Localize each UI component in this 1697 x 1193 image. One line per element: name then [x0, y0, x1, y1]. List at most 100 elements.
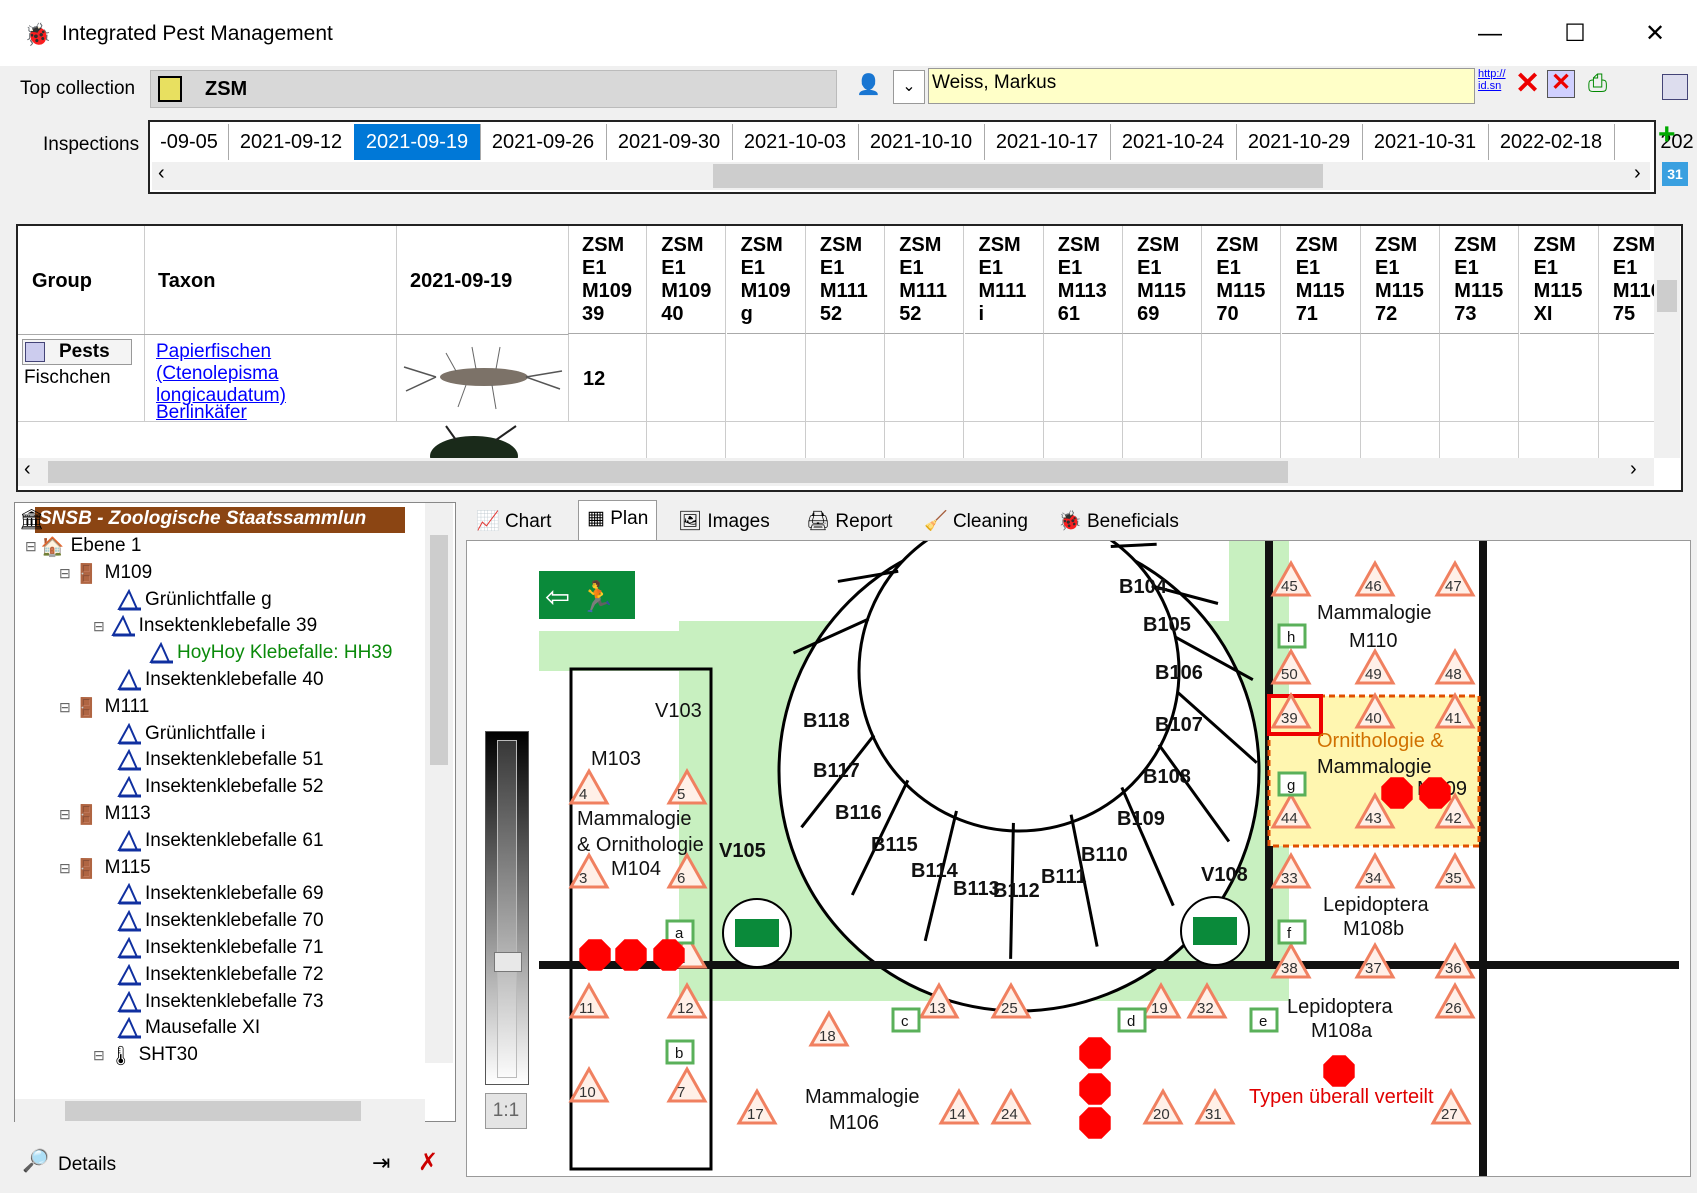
user-dropdown-button[interactable]: ⌄ [893, 70, 925, 104]
trap-column-header[interactable]: ZSM E1 M113 61 [1043, 226, 1123, 334]
column-divider [646, 334, 647, 458]
zoom-reset-button[interactable]: 1:1 [485, 1093, 527, 1129]
collapse-icon[interactable]: ⊟ [93, 1047, 109, 1063]
grid-vscroll-thumb[interactable] [1657, 280, 1677, 312]
top-collection-box[interactable] [150, 70, 837, 108]
count-cell[interactable]: 12 [583, 368, 605, 391]
inspection-date-tab[interactable]: 2021-09-26 [480, 124, 607, 160]
tree-node[interactable]: Insektenklebefalle 71 [93, 936, 324, 959]
trap-column-header[interactable]: ZSM E1 M109 39 [568, 226, 647, 334]
tree-node[interactable]: ⊟ 🚪 M113 [59, 803, 151, 826]
taxon-link[interactable]: (Ctenolepisma [156, 363, 279, 385]
trap-column-header[interactable]: ZSM E1 M111 52 [885, 226, 965, 334]
tree-node[interactable]: ⊟ Insektenklebefalle 39 [93, 615, 317, 637]
group-pests-badge[interactable]: Pests [22, 339, 132, 365]
tab-images[interactable]: 🖼 Images [678, 504, 770, 540]
zoom-slider[interactable] [485, 731, 529, 1085]
tree-node[interactable]: Insektenklebefalle 72 [93, 963, 324, 986]
inspection-date-tab[interactable]: 2022-02-18 [1488, 124, 1615, 160]
tree-vertical-scrollbar[interactable] [425, 503, 453, 1063]
tree-node[interactable]: Insektenklebefalle 73 [93, 990, 324, 1013]
tab-report[interactable]: 🖨 Report [806, 504, 892, 540]
tree-node[interactable]: Grünlichtfalle i [93, 722, 265, 745]
collapse-icon[interactable]: ⊟ [59, 565, 75, 581]
collapse-icon[interactable]: ⊟ [59, 860, 75, 876]
trap-column-header[interactable]: ZSM E1 M115 72 [1361, 226, 1440, 334]
floor-plan-map[interactable]: B104 B105 B106 B107 B108 B109 B110B111B112B113… [539, 541, 1687, 1176]
add-inspection-icon[interactable]: + [1658, 118, 1676, 152]
tree-vscroll-thumb[interactable] [430, 535, 448, 765]
tree-hscroll-thumb[interactable] [65, 1101, 361, 1121]
collapse-icon[interactable]: ⊟ [25, 538, 41, 554]
inspections-scroll-thumb[interactable] [713, 164, 1323, 188]
date-header[interactable]: 2021-09-19 [396, 226, 569, 335]
inspection-date-tab[interactable]: 2021-10-29 [1236, 124, 1363, 160]
settings-table-icon[interactable] [1662, 74, 1688, 100]
inspection-date-tab[interactable]: 2021-10-03 [732, 124, 859, 160]
details-icon[interactable]: 🔎 [22, 1148, 49, 1174]
zoom-slider-thumb[interactable] [494, 952, 522, 972]
tree-node[interactable]: Mausefalle XI [93, 1017, 260, 1039]
tree-root[interactable]: SNSB - Zoologische Staatssammlun [35, 507, 405, 533]
scroll-right-icon[interactable]: › [1634, 162, 1641, 185]
inspection-date-tab[interactable]: 2021-10-17 [984, 124, 1111, 160]
trap-column-header[interactable]: ZSM E1 M115 69 [1123, 226, 1203, 334]
tab-beneficials[interactable]: 🐞 Beneficials [1058, 504, 1179, 540]
tree-node[interactable]: Insektenklebefalle 52 [93, 775, 324, 798]
tree-node[interactable]: Insektenklebefalle 70 [93, 909, 324, 932]
close-button[interactable]: ✕ [1625, 14, 1685, 54]
taxon-header[interactable]: Taxon [144, 226, 397, 335]
grid-horizontal-scrollbar[interactable]: ‹ › [18, 458, 1654, 486]
inspection-date-tab[interactable]: 2021-09-19 [354, 124, 481, 160]
trap-column-header[interactable]: ZSM E1 M115 71 [1281, 226, 1361, 334]
trap-column-header[interactable]: ZSM E1 M109 g [726, 226, 806, 334]
trap-column-header[interactable]: ZSM E1 M115 70 [1202, 226, 1282, 334]
minimize-button[interactable]: — [1460, 14, 1520, 54]
tree-node[interactable]: HoyHoy Klebefalle: HH39 [125, 641, 392, 664]
tree-node[interactable]: Grünlichtfalle g [93, 588, 272, 611]
tab-plan[interactable]: ▦ Plan [578, 500, 658, 541]
collapse-icon[interactable]: ⊟ [59, 806, 75, 822]
taxon-link[interactable]: Papierfischen [156, 341, 271, 363]
tree-node[interactable]: ⊟ 🚪 M109 [59, 562, 152, 585]
inspection-date-tab[interactable]: 2021-09-12 [228, 124, 355, 160]
tree-node[interactable]: Insektenklebefalle 69 [93, 883, 324, 905]
inspection-date-tab[interactable]: 2021-10-24 [1110, 124, 1237, 160]
trap-column-header[interactable]: ZSM E1 M115 XI [1519, 226, 1599, 334]
grid-scroll-thumb[interactable] [48, 461, 1288, 483]
tab-cleaning[interactable]: 🧹 Cleaning [924, 504, 1028, 540]
collapse-icon[interactable]: ⊟ [59, 699, 75, 715]
enter-icon[interactable]: ⇥ [372, 1150, 390, 1176]
export-icon[interactable]: ⎙ [1588, 70, 1607, 98]
scroll-left-icon[interactable]: ‹ [158, 162, 165, 185]
maximize-button[interactable]: ☐ [1545, 14, 1605, 54]
link-icon[interactable]: http:// id.sn [1478, 68, 1506, 92]
trap-column-header[interactable]: ZSM E1 M115 73 [1440, 226, 1520, 334]
trap-column-header[interactable]: ZSM E1 M111 i [964, 226, 1044, 334]
remove-grid-icon[interactable]: ✕ [1547, 70, 1575, 98]
tree-node[interactable]: ⊟ 🚪 M111 [59, 696, 149, 719]
collapse-icon[interactable]: ⊟ [93, 618, 109, 634]
tree-node[interactable]: ⊟ 🚪 M115 [59, 857, 151, 880]
inspection-date-tab[interactable]: -09-05 [150, 124, 229, 160]
trap-column-header[interactable]: ZSM E1 M111 52 [805, 226, 885, 334]
tree-node[interactable]: ⊟ 🌡 SHT30 [93, 1044, 198, 1067]
inspection-date-tab[interactable]: 202 [1614, 124, 1697, 160]
inspection-date-tab[interactable]: 2021-09-30 [606, 124, 733, 160]
tree-node[interactable]: Insektenklebefalle 61 [93, 829, 324, 852]
tree-horizontal-scrollbar[interactable] [15, 1099, 425, 1123]
inspection-date-tab[interactable]: 2021-10-10 [858, 124, 985, 160]
inspection-date-tab[interactable]: 2021-10-31 [1362, 124, 1489, 160]
trap-column-header[interactable]: ZSM E1 M109 40 [647, 226, 727, 334]
grid-vertical-scrollbar[interactable] [1654, 226, 1680, 458]
details-button[interactable]: Details [58, 1154, 116, 1176]
calendar-icon[interactable]: 31 [1662, 162, 1688, 186]
taxon-link[interactable]: Berlinkäfer [156, 402, 247, 424]
group-header[interactable]: Group [18, 226, 145, 335]
tree-node[interactable]: Insektenklebefalle 40 [93, 668, 324, 691]
tab-chart[interactable]: 📈 Chart [476, 504, 551, 540]
clear-trap-icon[interactable]: ✗ [418, 1148, 438, 1177]
tree-node[interactable]: ⊟ 🏠 Ebene 1 [25, 535, 141, 558]
tree-node[interactable]: Insektenklebefalle 51 [93, 749, 324, 771]
delete-icon[interactable]: ✕ [1515, 66, 1540, 101]
